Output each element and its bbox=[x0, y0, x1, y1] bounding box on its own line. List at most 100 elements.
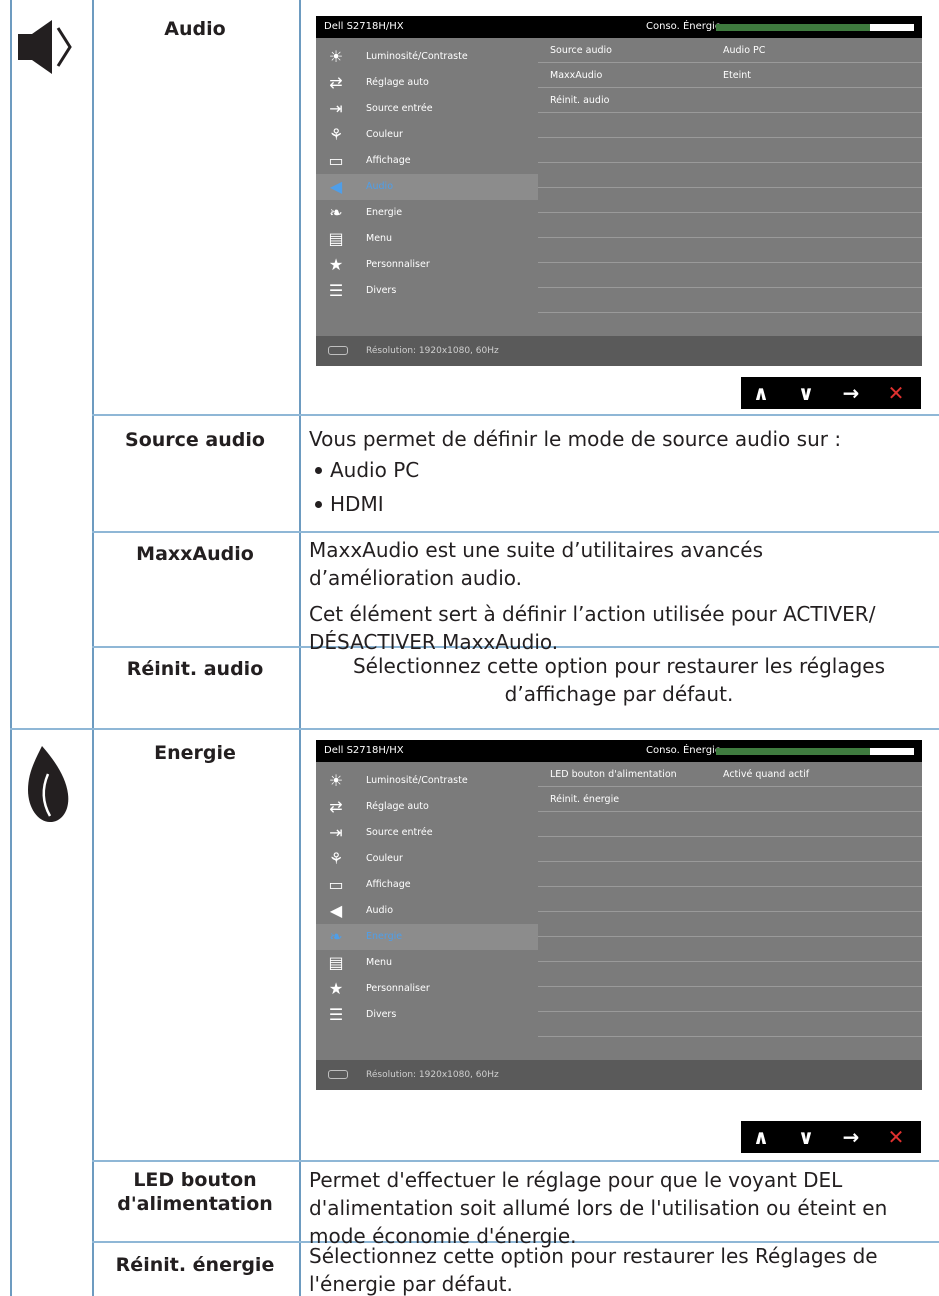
osd-menu: ☀ Luminosité/Contraste ⇄ Réglage auto ⇥ Sourc… bbox=[316, 38, 538, 336]
desc-text: Vous permet de définir le mode de source… bbox=[309, 427, 842, 451]
osd-setting-row bbox=[538, 1012, 922, 1037]
row-label-reinit-audio: Réinit. audio bbox=[126, 658, 264, 680]
osd-menu-item[interactable]: ⇥ Source entrée bbox=[316, 820, 538, 846]
osd-header: Dell S2718H/HX Conso. Énergie bbox=[316, 740, 922, 762]
list-item: HDMI bbox=[309, 487, 929, 521]
osd-menu-item[interactable]: ★ Personnaliser bbox=[316, 976, 538, 1002]
down-icon[interactable]: ∨ bbox=[791, 1124, 821, 1150]
osd-menu-label: Réglage auto bbox=[366, 77, 429, 88]
osd-energy-label: Conso. Énergie bbox=[646, 745, 721, 756]
osd-menu-item[interactable]: ❧ Energie bbox=[316, 200, 538, 226]
osd-setting-row bbox=[538, 213, 922, 238]
brightness-icon: ☀ bbox=[328, 771, 344, 790]
osd-setting-row bbox=[538, 238, 922, 263]
osd-setting-value: Audio PC bbox=[723, 45, 766, 56]
close-icon[interactable]: ✕ bbox=[881, 1124, 911, 1150]
osd-panel-audio: Dell S2718H/HX Conso. Énergie ☀ Luminosit… bbox=[316, 16, 922, 366]
osd-menu-item[interactable]: ☰ Divers bbox=[316, 1002, 538, 1028]
right-arrow-icon[interactable]: → bbox=[836, 1124, 866, 1150]
osd-menu-item[interactable]: ⚘ Couleur bbox=[316, 122, 538, 148]
osd-menu-label: Menu bbox=[366, 957, 393, 968]
section-title-audio: Audio bbox=[164, 18, 226, 40]
osd-menu-label: Couleur bbox=[366, 129, 403, 140]
osd-menu-item[interactable]: ☀ Luminosité/Contraste bbox=[316, 44, 538, 70]
row-label-source-audio: Source audio bbox=[125, 429, 265, 451]
osd-menu-item[interactable]: ▤ Menu bbox=[316, 950, 538, 976]
osd-menu-label: Menu bbox=[366, 233, 393, 244]
down-icon[interactable]: ∨ bbox=[791, 380, 821, 406]
osd-setting-row[interactable]: Réinit. énergie bbox=[538, 787, 922, 812]
osd-menu-label: Audio bbox=[366, 181, 394, 192]
speaker-icon: ◀ bbox=[329, 177, 343, 196]
osd-menu-label: Affichage bbox=[366, 879, 411, 890]
connector-icon bbox=[328, 1070, 348, 1079]
osd-menu-label: Réglage auto bbox=[366, 801, 429, 812]
osd-setting-value: Eteint bbox=[723, 70, 751, 81]
energy-bar-fill bbox=[716, 748, 871, 755]
energy-bar bbox=[716, 24, 914, 31]
auto-adjust-icon: ⇄ bbox=[329, 73, 343, 92]
osd-panel-energie: Dell S2718H/HX Conso. Énergie ☀ Luminosit… bbox=[316, 740, 922, 1090]
auto-adjust-icon: ⇄ bbox=[329, 797, 343, 816]
osd-menu-item[interactable]: ▤ Menu bbox=[316, 226, 538, 252]
osd-menu-item[interactable]: ◀ Audio bbox=[316, 898, 538, 924]
star-icon: ★ bbox=[328, 979, 344, 998]
energy-bar bbox=[716, 748, 914, 755]
osd-menu-item[interactable]: ❧ Energie bbox=[316, 924, 538, 950]
menu-icon: ▤ bbox=[328, 229, 344, 248]
osd-setting-row bbox=[538, 912, 922, 937]
osd-setting-row bbox=[538, 263, 922, 288]
osd-menu-label: Divers bbox=[366, 285, 397, 296]
osd-menu-label: Energie bbox=[366, 931, 403, 942]
right-arrow-icon[interactable]: → bbox=[836, 380, 866, 406]
speaker-icon: ◀ bbox=[329, 901, 343, 920]
osd-setting-row[interactable]: MaxxAudio Eteint bbox=[538, 63, 922, 88]
osd-setting-row[interactable]: Source audio Audio PC bbox=[538, 38, 922, 63]
osd-menu-item[interactable]: ▭ Affichage bbox=[316, 872, 538, 898]
osd-setting-row[interactable]: Réinit. audio bbox=[538, 88, 922, 113]
grid-col1-divider bbox=[92, 0, 94, 1296]
display-icon: ▭ bbox=[328, 151, 344, 170]
osd-menu-item[interactable]: ⇄ Réglage auto bbox=[316, 70, 538, 96]
section-title-energie: Energie bbox=[154, 742, 236, 764]
speaker-icon bbox=[16, 16, 76, 82]
osd-setting-row bbox=[538, 288, 922, 313]
osd-menu-item[interactable]: ⇥ Source entrée bbox=[316, 96, 538, 122]
connector-icon bbox=[328, 346, 348, 355]
osd-settings: Source audio Audio PC MaxxAudio Eteint Réini… bbox=[538, 38, 922, 338]
osd-setting-name: Réinit. audio bbox=[550, 95, 610, 106]
osd-setting-row bbox=[538, 113, 922, 138]
osd-setting-row bbox=[538, 887, 922, 912]
osd-menu-item[interactable]: ☀ Luminosité/Contraste bbox=[316, 768, 538, 794]
osd-setting-row[interactable]: LED bouton d'alimentation Activé quand ac… bbox=[538, 762, 922, 787]
osd-setting-value: Activé quand actif bbox=[723, 769, 810, 780]
color-icon: ⚘ bbox=[328, 849, 344, 868]
osd-menu-label: Divers bbox=[366, 1009, 397, 1020]
osd-nav-buttons: ∧ ∨ → ✕ bbox=[741, 377, 921, 409]
row-desc-led-bouton: Permet d'effectuer le réglage pour que l… bbox=[309, 1168, 888, 1248]
osd-menu-label: Luminosité/Contraste bbox=[366, 51, 468, 62]
osd-setting-row bbox=[538, 862, 922, 887]
osd-menu-item[interactable]: ☰ Divers bbox=[316, 278, 538, 304]
osd-menu-label: Energie bbox=[366, 207, 403, 218]
osd-menu-item[interactable]: ◀ Audio bbox=[316, 174, 538, 200]
energy-icon: ❧ bbox=[329, 203, 343, 222]
osd-setting-row bbox=[538, 962, 922, 987]
osd-menu-label: Audio bbox=[366, 905, 394, 916]
row-label-maxxaudio: MaxxAudio bbox=[136, 543, 254, 565]
osd-menu-label: Luminosité/Contraste bbox=[366, 775, 468, 786]
osd-setting-name: MaxxAudio bbox=[550, 70, 603, 81]
osd-menu-label: Source entrée bbox=[366, 827, 433, 838]
osd-setting-row bbox=[538, 812, 922, 837]
osd-setting-row bbox=[538, 163, 922, 188]
osd-menu-item[interactable]: ▭ Affichage bbox=[316, 148, 538, 174]
grid-line bbox=[92, 414, 939, 416]
osd-menu-item[interactable]: ⚘ Couleur bbox=[316, 846, 538, 872]
osd-setting-row bbox=[538, 313, 922, 338]
osd-setting-row bbox=[538, 188, 922, 213]
osd-menu-item[interactable]: ★ Personnaliser bbox=[316, 252, 538, 278]
up-icon[interactable]: ∧ bbox=[746, 380, 776, 406]
osd-menu-item[interactable]: ⇄ Réglage auto bbox=[316, 794, 538, 820]
close-icon[interactable]: ✕ bbox=[881, 380, 911, 406]
up-icon[interactable]: ∧ bbox=[746, 1124, 776, 1150]
